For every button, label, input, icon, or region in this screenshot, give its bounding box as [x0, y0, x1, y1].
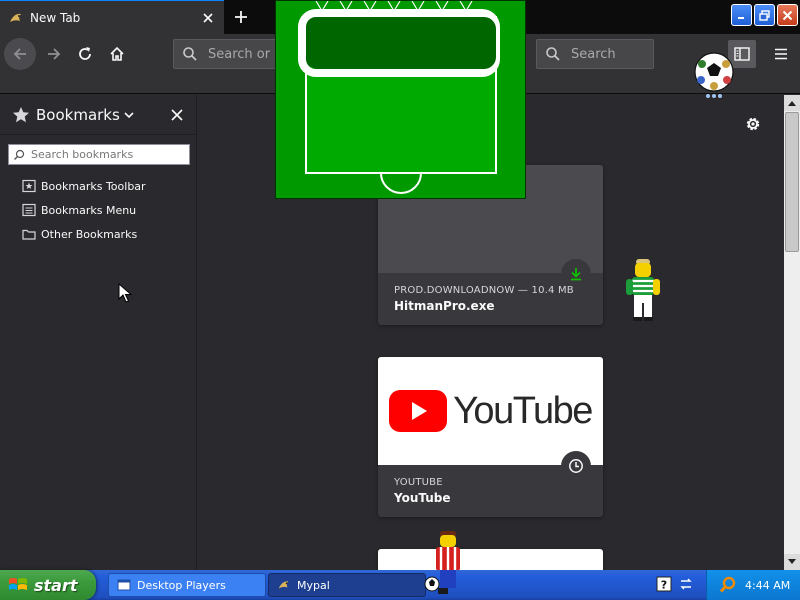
scroll-down-button[interactable] [784, 554, 800, 570]
mypal-logo-icon [278, 581, 289, 589]
download-icon [571, 268, 581, 281]
arrow-down-icon [788, 559, 796, 564]
close-sidebar-icon[interactable] [169, 107, 185, 123]
lego-player-feet-icon [424, 570, 456, 594]
bookmarks-toolbar-icon [22, 179, 36, 193]
arrow-left-icon [13, 48, 26, 60]
hamburger-icon [775, 48, 787, 60]
svg-text:?: ? [661, 579, 667, 592]
card-title: YouTube [394, 491, 451, 505]
bookmarks-search-input[interactable] [29, 147, 189, 162]
card-source: YOUTUBE [394, 477, 443, 488]
clock-icon [569, 459, 583, 473]
newtab-settings-button[interactable] [742, 113, 764, 135]
tab-label: New Tab [30, 10, 81, 25]
soccer-pitch-graphic [298, 0, 500, 194]
highlight-card-youtube[interactable]: YouTube YOUTUBE YouTube [378, 357, 603, 517]
clock: 4:44 AM [745, 578, 791, 592]
window-icon [117, 579, 131, 591]
back-button[interactable] [4, 38, 36, 70]
card-source: PROD.DOWNLOADNOW — 10.4 MB [394, 285, 574, 296]
content-scrollbar[interactable] [784, 95, 800, 570]
start-label: start [34, 575, 78, 595]
sidebar-title: Bookmarks [36, 105, 120, 124]
minimize-window-button[interactable] [731, 4, 752, 26]
help-icon[interactable]: ? [656, 576, 672, 592]
close-icon [782, 10, 793, 20]
magnifier-icon[interactable] [719, 576, 737, 594]
gear-icon [746, 117, 760, 131]
home-button[interactable] [101, 38, 133, 70]
highlight-card-partial[interactable] [378, 549, 603, 570]
search-input[interactable] [569, 45, 653, 63]
lego-player-figure-red [436, 531, 460, 570]
close-tab-icon[interactable] [200, 10, 216, 26]
chevron-down-icon[interactable] [124, 110, 134, 120]
mypal-logo-icon [10, 13, 21, 22]
card-thumbnail: YouTube [378, 357, 603, 465]
forward-button[interactable] [38, 38, 70, 70]
start-button[interactable]: start [0, 570, 96, 600]
bookmarks-search-field[interactable] [8, 144, 190, 165]
folder-icon [22, 229, 36, 240]
bookmarks-menu-icon [22, 203, 36, 217]
new-tab-button[interactable] [228, 5, 254, 29]
scroll-thumb[interactable] [785, 112, 799, 252]
taskbar-item-label: Desktop Players [137, 578, 226, 592]
open-menu-button[interactable] [768, 40, 794, 68]
close-window-button[interactable] [777, 4, 798, 26]
taskbar-item-label: Mypal [297, 578, 330, 592]
bookmark-folder-other[interactable]: Other Bookmarks [22, 225, 137, 243]
lego-player-figure-green [626, 259, 660, 321]
search-icon [14, 149, 25, 160]
history-badge [561, 451, 591, 481]
bookmark-folder-label: Bookmarks Menu [41, 203, 137, 217]
soccer-pitch-overlay[interactable] [275, 0, 526, 199]
taskbar-item-desktop-players[interactable]: Desktop Players [108, 573, 266, 597]
arrow-up-icon [788, 101, 796, 106]
search-icon [546, 47, 560, 61]
tab-new-tab[interactable]: New Tab [0, 0, 224, 34]
windows-logo-icon [9, 578, 27, 590]
bookmark-folder-menu[interactable]: Bookmarks Menu [22, 201, 136, 219]
system-tray: 4:44 AM [706, 570, 800, 600]
arrow-right-icon [48, 48, 61, 60]
sidebar-header[interactable]: Bookmarks [0, 95, 197, 135]
home-icon [110, 46, 124, 61]
reload-button[interactable] [69, 38, 101, 70]
reload-icon [79, 47, 91, 60]
bookmark-folder-label: Bookmarks Toolbar [41, 179, 146, 193]
scroll-up-button[interactable] [784, 95, 800, 111]
taskbar-item-mypal[interactable]: Mypal [268, 573, 426, 597]
youtube-wordmark: YouTube [453, 389, 593, 432]
search-bar[interactable] [536, 39, 654, 69]
card-title: HitmanPro.exe [394, 299, 495, 313]
bookmark-folder-toolbar[interactable]: Bookmarks Toolbar [22, 177, 146, 195]
windows-taskbar: start Desktop Players Mypal ? 4:44 AM [0, 570, 800, 600]
bookmark-folder-label: Other Bookmarks [41, 227, 138, 241]
restore-window-button[interactable] [754, 4, 775, 26]
youtube-logo-icon [389, 390, 448, 432]
mouse-cursor-icon [118, 283, 132, 303]
sidebar-icon [734, 47, 750, 61]
minimize-icon [737, 17, 744, 19]
network-icon[interactable] [678, 576, 694, 592]
plus-icon [235, 11, 247, 23]
bookmarks-sidebar: Bookmarks Bookmarks Toolbar Bookmarks Me… [0, 95, 197, 570]
soccer-ball-widget-icon[interactable] [693, 52, 735, 100]
restore-icon [759, 9, 770, 21]
search-icon [183, 47, 197, 61]
star-icon [13, 106, 29, 122]
